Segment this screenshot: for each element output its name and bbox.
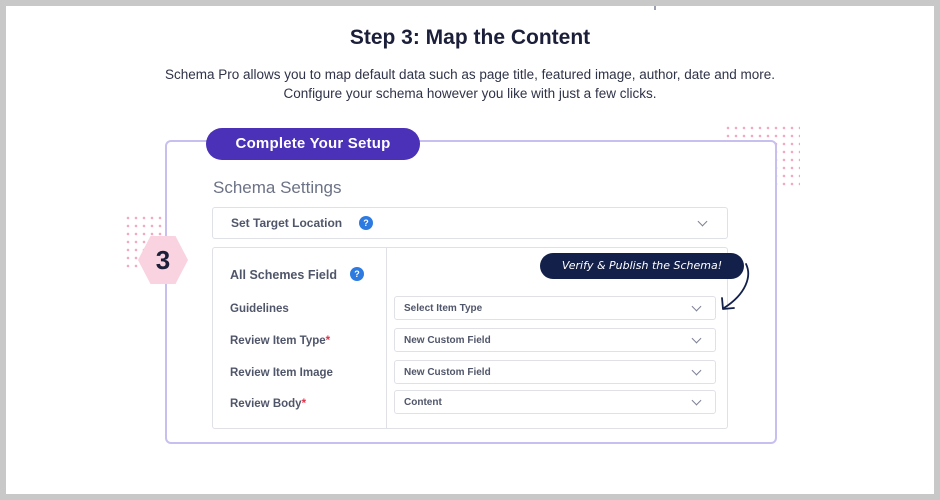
required-marker: * — [301, 398, 307, 410]
panel-divider — [386, 248, 387, 428]
complete-setup-badge: Complete Your Setup — [206, 128, 420, 160]
select-value: New Custom Field — [404, 367, 491, 378]
field-label-review-item-type: Review Item Type* — [230, 335, 330, 347]
chevron-down-icon — [691, 301, 702, 312]
field-label-guidelines: Guidelines — [230, 303, 289, 315]
guidelines-select[interactable]: Select Item Type — [394, 296, 716, 320]
field-label-text: Guidelines — [230, 303, 289, 315]
select-value: Select Item Type — [404, 303, 483, 314]
set-target-location-dropdown[interactable]: Set Target Location ? — [212, 207, 728, 239]
target-location-label: Set Target Location — [231, 216, 343, 230]
select-value: Content — [404, 397, 442, 408]
chevron-down-icon — [691, 333, 702, 344]
curved-arrow-icon — [721, 263, 750, 310]
decorative-mark — [654, 6, 656, 10]
chevron-down-icon — [691, 365, 702, 376]
review-item-image-select[interactable]: New Custom Field — [394, 360, 716, 384]
description-line-2: Configure your schema however you like w… — [283, 86, 657, 101]
review-item-type-select[interactable]: New Custom Field — [394, 328, 716, 352]
description-line-1: Schema Pro allows you to map default dat… — [164, 67, 776, 82]
help-icon[interactable]: ? — [359, 216, 373, 230]
required-marker: * — [325, 335, 331, 347]
chevron-down-icon — [691, 395, 702, 406]
page-description: Schema Pro allows you to map default dat… — [6, 65, 934, 103]
field-label-text: Review Item Type — [230, 335, 326, 347]
page-title: Step 3: Map the Content — [349, 26, 591, 49]
review-body-select[interactable]: Content — [394, 390, 716, 414]
field-label-text: Review Item Image — [230, 367, 333, 379]
all-schemes-field-heading: All Schemes Field — [230, 268, 337, 282]
chevron-down-icon — [697, 216, 708, 227]
field-label-review-item-image: Review Item Image — [230, 367, 333, 379]
select-value: New Custom Field — [404, 335, 491, 346]
field-label-text: Review Body — [230, 398, 302, 410]
schema-settings-title: Schema Settings — [213, 178, 342, 197]
field-label-review-body: Review Body* — [230, 398, 306, 410]
help-icon[interactable]: ? — [350, 267, 364, 281]
